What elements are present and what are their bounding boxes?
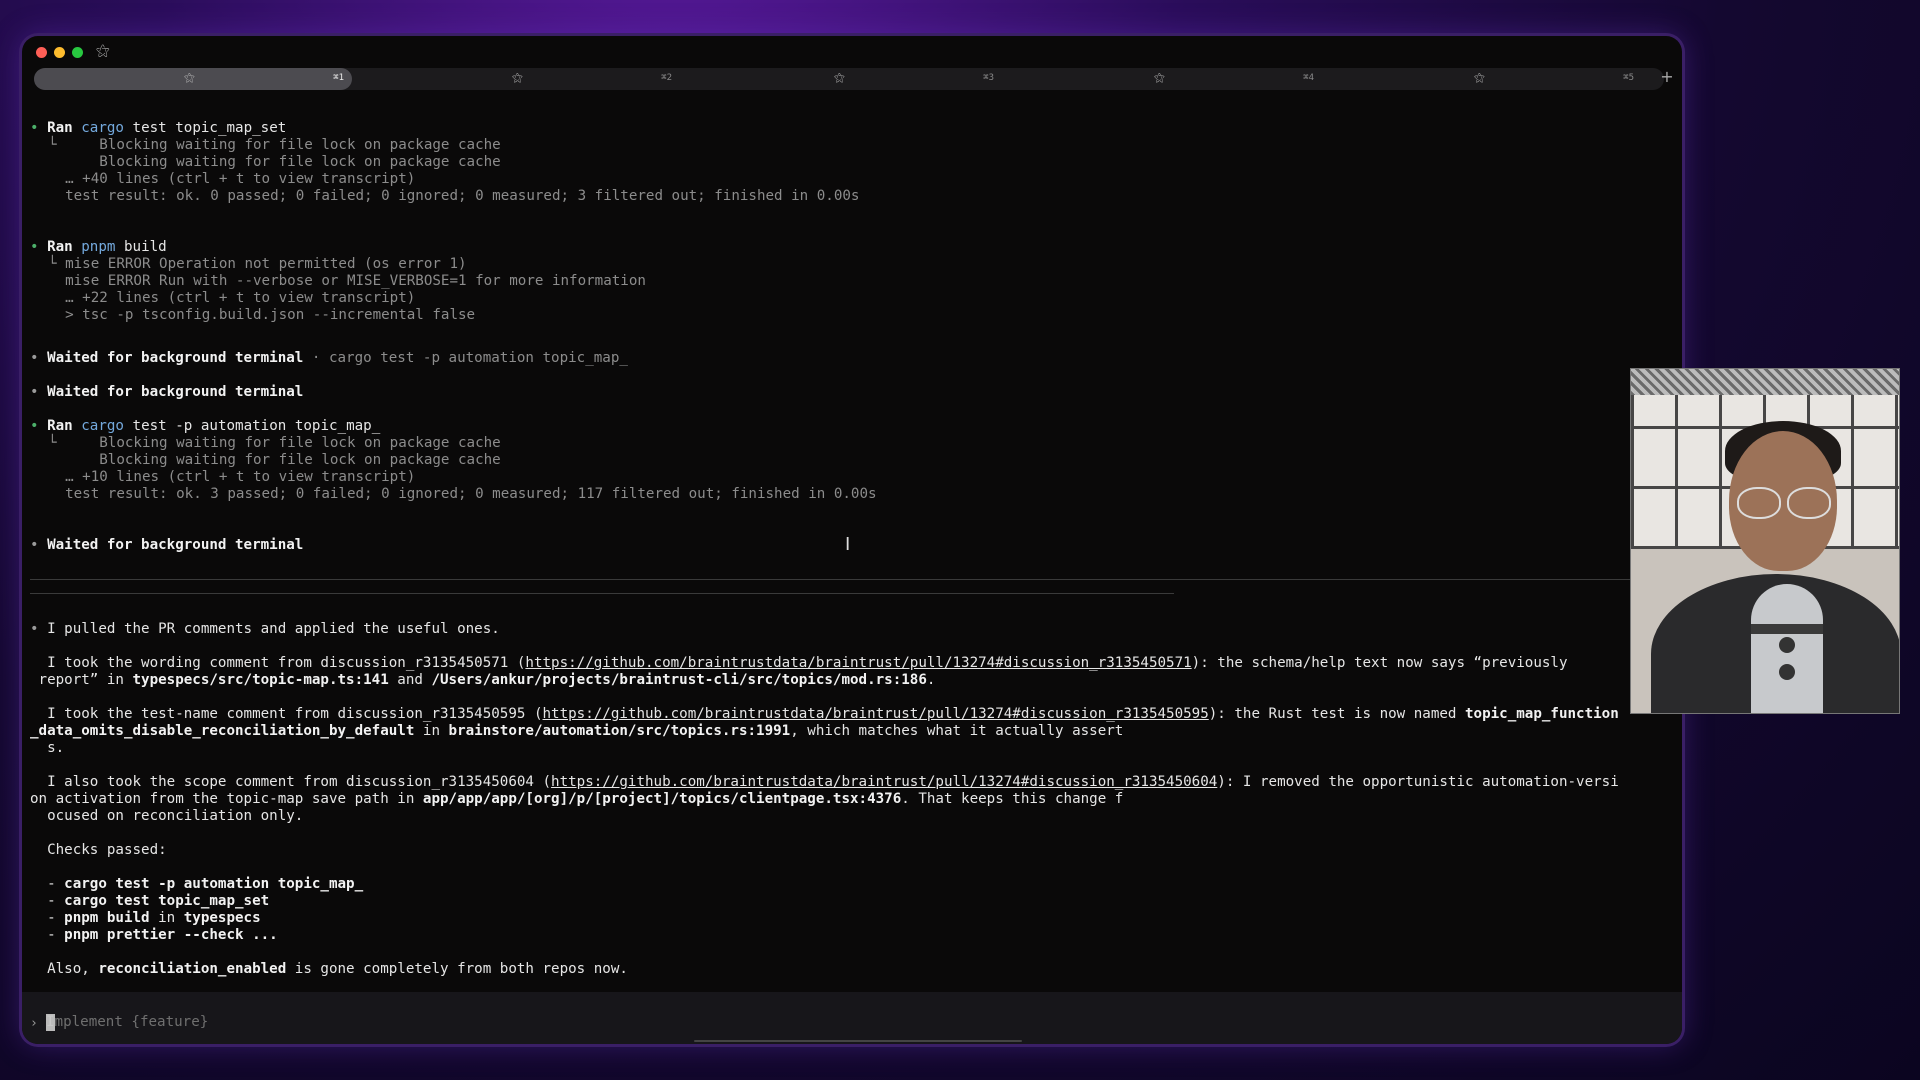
terminal-window: ⚝ ⚝ ⌘1 ⚝ ⌘2 ⚝ ⌘3 ⚝ ⌘4 ⚝ ⌘5 + • Ran cargo… (22, 36, 1682, 1044)
ran-label: Ran (47, 120, 73, 136)
message-closing: Also, reconciliation_enabled is gone com… (30, 961, 628, 977)
message-paragraph-cont: on activation from the topic-map save pa… (30, 791, 1124, 807)
pr-comment-link[interactable]: https://github.com/braintrustdata/braint… (525, 655, 1191, 671)
scroll-indicator (694, 1040, 1022, 1042)
output-line: └ mise ERROR Operation not permitted (os… (48, 256, 467, 272)
input-caret (46, 1014, 55, 1031)
output-line: mise ERROR Run with --verbose or MISE_VE… (48, 273, 646, 289)
command-args: test topic_map_set (132, 120, 287, 136)
transcript-entry: • Ran cargo test topic_map_set (30, 120, 286, 137)
ran-label: Ran (47, 239, 73, 255)
output-line: └ Blocking waiting for file lock on pack… (48, 137, 501, 153)
bullet-icon: • (30, 621, 48, 637)
output-line: Blocking waiting for file lock on packag… (48, 452, 501, 468)
output-line: └ Blocking waiting for file lock on pack… (48, 435, 501, 451)
waited-label: Waited for background terminal (47, 384, 304, 400)
prompt-input[interactable]: Implement {feature} (46, 1014, 208, 1030)
message-paragraph: I took the test-name comment from discus… (30, 706, 1619, 722)
divider (30, 593, 1174, 594)
output-line: … +22 lines (ctrl + t to view transcript… (48, 290, 416, 306)
prompt-chevron-icon: › (30, 1016, 38, 1031)
prompt-composer[interactable]: › Implement {feature} (22, 992, 1682, 1044)
transcript-entry: • Waited for background terminal (30, 384, 303, 401)
terminal-output: • Ran cargo test topic_map_set └ Blockin… (22, 36, 1682, 1044)
command-tool: cargo (81, 120, 124, 136)
bullet-icon: • (30, 537, 48, 553)
message-paragraph: I took the wording comment from discussi… (30, 655, 1568, 671)
check-item: - pnpm prettier --check ... (30, 927, 278, 943)
command-args: build (123, 239, 167, 255)
command-tool: pnpm (81, 239, 116, 255)
message-paragraph-cont: report” in typespecs/src/topic-map.ts:14… (30, 672, 936, 688)
bullet-icon: • (30, 350, 48, 366)
transcript-entry: • Waited for background terminal (30, 537, 303, 554)
bullet-icon: • (30, 418, 48, 434)
file-path: typespecs/src/topic-map.ts:141 (132, 672, 389, 688)
waited-detail: · cargo test -p automation topic_map_ (303, 350, 628, 366)
bullet-icon: • (30, 239, 48, 255)
message-paragraph-cont: ocused on reconciliation only. (30, 808, 304, 824)
test-name: _data_omits_disable_reconciliation_by_de… (30, 723, 415, 739)
transcript-entry: • Waited for background terminal · cargo… (30, 350, 628, 367)
divider (30, 579, 1670, 580)
pr-comment-link[interactable]: https://github.com/braintrustdata/braint… (543, 706, 1209, 722)
webcam-overlay (1630, 368, 1900, 714)
transcript-entry: • Ran pnpm build (30, 239, 167, 256)
check-item: - cargo test -p automation topic_map_ (30, 876, 364, 892)
waited-label: Waited for background terminal (47, 350, 304, 366)
output-line: test result: ok. 3 passed; 0 failed; 0 i… (48, 486, 877, 502)
check-item: - pnpm build in typespecs (30, 910, 261, 926)
checks-title: Checks passed: (30, 842, 167, 858)
bullet-icon: • (30, 120, 48, 136)
text-cursor-icon: I (845, 534, 851, 555)
file-path: /Users/ankur/projects/braintrust-cli/src… (431, 672, 927, 688)
transcript-entry: • Ran cargo test -p automation topic_map… (30, 418, 380, 435)
output-line: … +40 lines (ctrl + t to view transcript… (48, 171, 416, 187)
message-paragraph-cont: _data_omits_disable_reconciliation_by_de… (30, 723, 1124, 739)
waited-label: Waited for background terminal (47, 537, 304, 553)
message-intro: • I pulled the PR comments and applied t… (30, 621, 500, 637)
output-line: > tsc -p tsconfig.build.json --increment… (48, 307, 476, 323)
command-tool: cargo (81, 418, 124, 434)
code-token: reconciliation_enabled (98, 961, 287, 977)
test-name: topic_map_function (1465, 706, 1619, 722)
message-paragraph: I also took the scope comment from discu… (30, 774, 1619, 790)
glasses-icon (1737, 487, 1781, 519)
message-paragraph-cont: s. (30, 740, 65, 756)
ran-label: Ran (47, 418, 73, 434)
output-line: Blocking waiting for file lock on packag… (48, 154, 501, 170)
command-args: test -p automation topic_map_ (132, 418, 381, 434)
output-line: … +10 lines (ctrl + t to view transcript… (48, 469, 416, 485)
output-line: test result: ok. 0 passed; 0 failed; 0 i… (48, 188, 860, 204)
file-path: brainstore/automation/src/topics.rs:1991 (448, 723, 791, 739)
bullet-icon: • (30, 384, 48, 400)
file-path: app/app/app/[org]/p/[project]/topics/cli… (422, 791, 902, 807)
check-item: - cargo test topic_map_set (30, 893, 270, 909)
pr-comment-link[interactable]: https://github.com/braintrustdata/braint… (551, 774, 1217, 790)
